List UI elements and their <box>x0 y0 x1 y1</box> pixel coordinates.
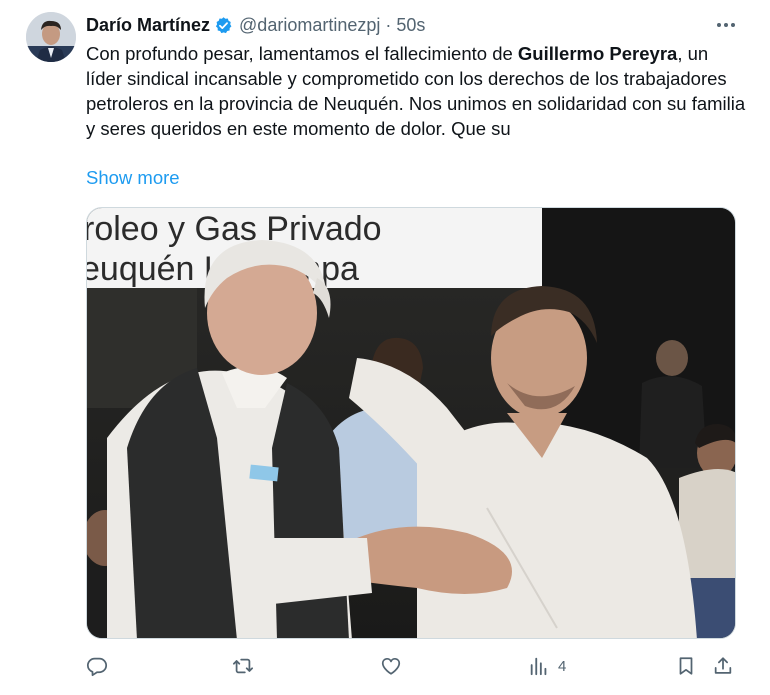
show-more-link[interactable]: Show more <box>86 167 180 189</box>
tweet-header: Darío Martínez @dariomartinezpj · 50s <box>86 14 425 36</box>
reply-icon <box>86 657 108 677</box>
like-button[interactable] <box>380 652 402 680</box>
banner-line-1: roleo y Gas Privado <box>87 210 382 248</box>
views-button[interactable]: 4 <box>528 652 566 680</box>
share-icon <box>714 657 732 674</box>
views-count: 4 <box>558 657 567 675</box>
verified-badge-icon <box>214 16 233 35</box>
separator-dot: · <box>385 14 392 35</box>
display-name[interactable]: Darío Martínez <box>86 15 210 36</box>
tweet-card[interactable]: Darío Martínez @dariomartinezpj · 50s Co… <box>0 0 770 695</box>
bookmark-icon <box>679 657 693 675</box>
timestamp[interactable]: 50s <box>396 15 425 36</box>
more-button[interactable] <box>714 14 738 36</box>
reply-button[interactable] <box>86 652 108 680</box>
bookmark-button[interactable] <box>675 652 697 680</box>
tweet-text-bold-name: Guillermo Pereyra <box>517 43 678 64</box>
handle[interactable]: @dariomartinezpj <box>239 15 380 36</box>
tweet-text-start: Con profundo pesar, lamentamos el fallec… <box>86 43 518 64</box>
share-button[interactable] <box>712 652 734 680</box>
avatar[interactable] <box>26 12 76 62</box>
tweet-text: Con profundo pesar, lamentamos el fallec… <box>86 41 746 141</box>
retweet-icon <box>232 658 254 674</box>
tweet-actions: 4 <box>86 652 746 680</box>
more-icon <box>717 23 735 27</box>
views-icon <box>530 657 547 676</box>
tweet-photo[interactable]: roleo y Gas Privado euquén La Pampa <box>86 207 736 639</box>
like-icon <box>381 657 401 675</box>
retweet-button[interactable] <box>232 652 254 680</box>
